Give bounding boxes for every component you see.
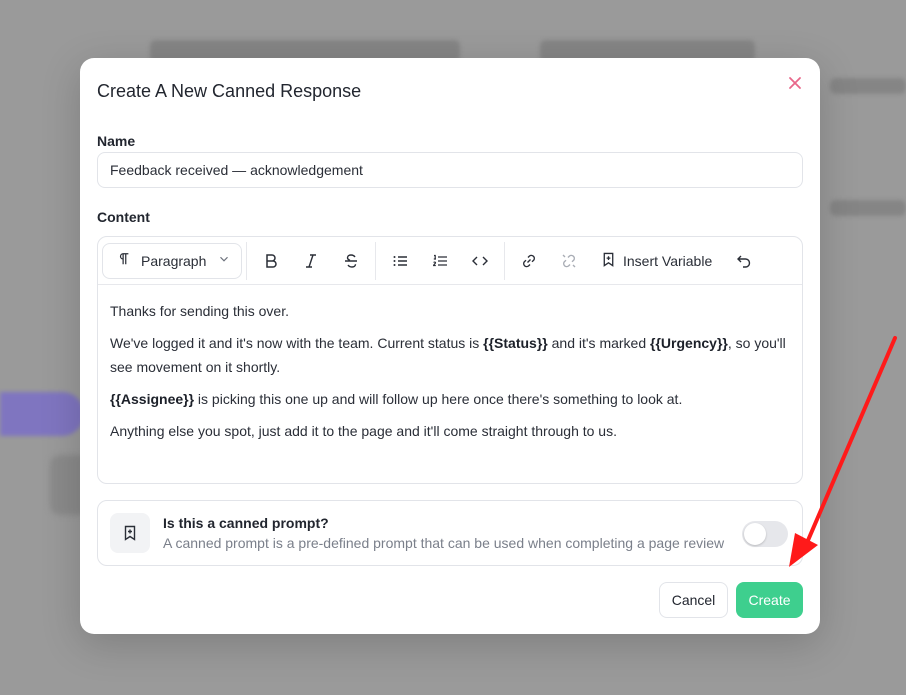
toolbar-divider [375,241,376,280]
background-bar [830,200,906,216]
content-label: Content [97,209,150,225]
undo-icon[interactable] [724,243,764,279]
canned-prompt-section: Is this a canned prompt? A canned prompt… [97,500,803,566]
variable-tag: {{Assignee}} [110,391,195,407]
background-bar [830,78,906,94]
variable-tag: {{Urgency}} [650,335,728,351]
canned-prompt-title: Is this a canned prompt? [163,515,329,531]
link-icon[interactable] [509,243,549,279]
toggle-knob [744,523,766,545]
paragraph-select[interactable]: Paragraph [102,242,242,279]
variable-tag: {{Status}} [483,335,548,351]
ordered-list-icon[interactable] [420,243,460,279]
paragraph-select-label: Paragraph [141,252,207,269]
italic-icon[interactable] [291,243,331,279]
content-paragraph: {{Assignee}} is picking this one up and … [110,391,683,407]
unlink-icon[interactable] [549,243,589,279]
canned-prompt-description: A canned prompt is a pre-defined prompt … [163,535,725,551]
bookmark-plus-icon [601,252,616,270]
content-paragraph: We've logged it and it's now with the te… [110,335,786,375]
canned-prompt-toggle[interactable] [742,521,788,547]
insert-variable-button[interactable]: Insert Variable [589,243,724,279]
name-label: Name [97,133,136,149]
cancel-button[interactable]: Cancel [659,582,728,618]
create-button[interactable]: Create [736,582,803,618]
bullet-list-icon[interactable] [380,243,420,279]
content-paragraph: Anything else you spot, just add it to t… [110,423,617,439]
chevron-down-icon [217,252,231,269]
editor-content[interactable]: Thanks for sending this over. We've logg… [98,285,802,465]
toolbar-divider [246,241,247,280]
bookmark-plus-icon [110,513,150,553]
strikethrough-icon[interactable] [331,243,371,279]
modal-title: Create A New Canned Response [97,81,362,101]
name-field[interactable] [97,152,803,188]
insert-variable-label: Insert Variable [623,252,713,269]
background-accent-shape [0,392,84,436]
content-editor: Paragraph Insert Variable Thanks for sen… [97,236,803,484]
canned-response-modal: Create A New Canned Response Name Conten… [80,58,820,634]
bold-icon[interactable] [251,243,291,279]
code-icon[interactable] [460,243,500,279]
toolbar-divider [504,241,505,280]
close-icon[interactable] [786,74,804,92]
paragraph-icon [117,252,131,269]
content-paragraph: Thanks for sending this over. [110,303,289,319]
editor-toolbar: Paragraph Insert Variable [98,237,802,285]
